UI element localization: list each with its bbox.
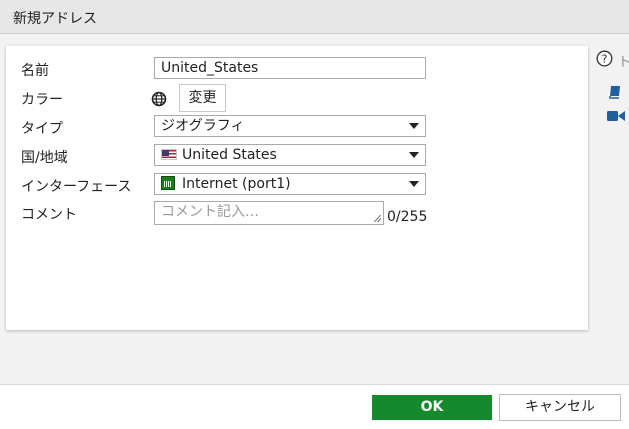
color-label: カラー (21, 92, 63, 108)
us-flag-icon (161, 148, 177, 160)
name-input[interactable]: United_States (154, 57, 426, 79)
ok-button[interactable]: OK (372, 395, 492, 420)
chevron-down-icon (409, 152, 419, 158)
help-text[interactable]: ト (618, 51, 629, 70)
port-icon (161, 175, 175, 190)
name-label: 名前 (21, 63, 49, 79)
interface-select[interactable]: Internet (port1) (154, 173, 426, 195)
comment-textarea[interactable]: コメント記入… (154, 201, 384, 225)
globe-icon (151, 91, 167, 107)
help-icon[interactable]: ? (596, 50, 613, 67)
country-select[interactable]: United States (154, 144, 426, 166)
country-label: 国/地域 (21, 150, 68, 166)
book-icon[interactable] (608, 85, 622, 99)
svg-text:?: ? (602, 53, 608, 66)
country-select-value: United States (182, 147, 277, 163)
comment-char-counter: 0/255 (387, 209, 428, 225)
type-label: タイプ (21, 121, 63, 137)
change-color-button[interactable]: 変更 (179, 84, 226, 112)
address-form-panel: 名前 United_States カラー 変更 タイプ ジオグラフィ 国/地域 … (6, 46, 588, 330)
interface-label: インターフェース (21, 179, 132, 195)
name-input-value: United_States (161, 60, 259, 76)
cancel-button[interactable]: キャンセル (499, 394, 621, 421)
interface-select-value: Internet (port1) (182, 176, 291, 192)
chevron-down-icon (409, 181, 419, 187)
dialog-title: 新規アドレス (13, 11, 97, 27)
type-select-value: ジオグラフィ (161, 118, 245, 134)
comment-placeholder: コメント記入… (161, 204, 259, 220)
type-select[interactable]: ジオグラフィ (154, 115, 426, 137)
video-icon[interactable] (607, 110, 625, 122)
dialog-titlebar: 新規アドレス (0, 0, 629, 34)
comment-label: コメント (21, 207, 77, 223)
dialog-footer: OK キャンセル (0, 384, 629, 429)
chevron-down-icon (409, 123, 419, 129)
resize-grip-icon[interactable] (374, 215, 381, 222)
